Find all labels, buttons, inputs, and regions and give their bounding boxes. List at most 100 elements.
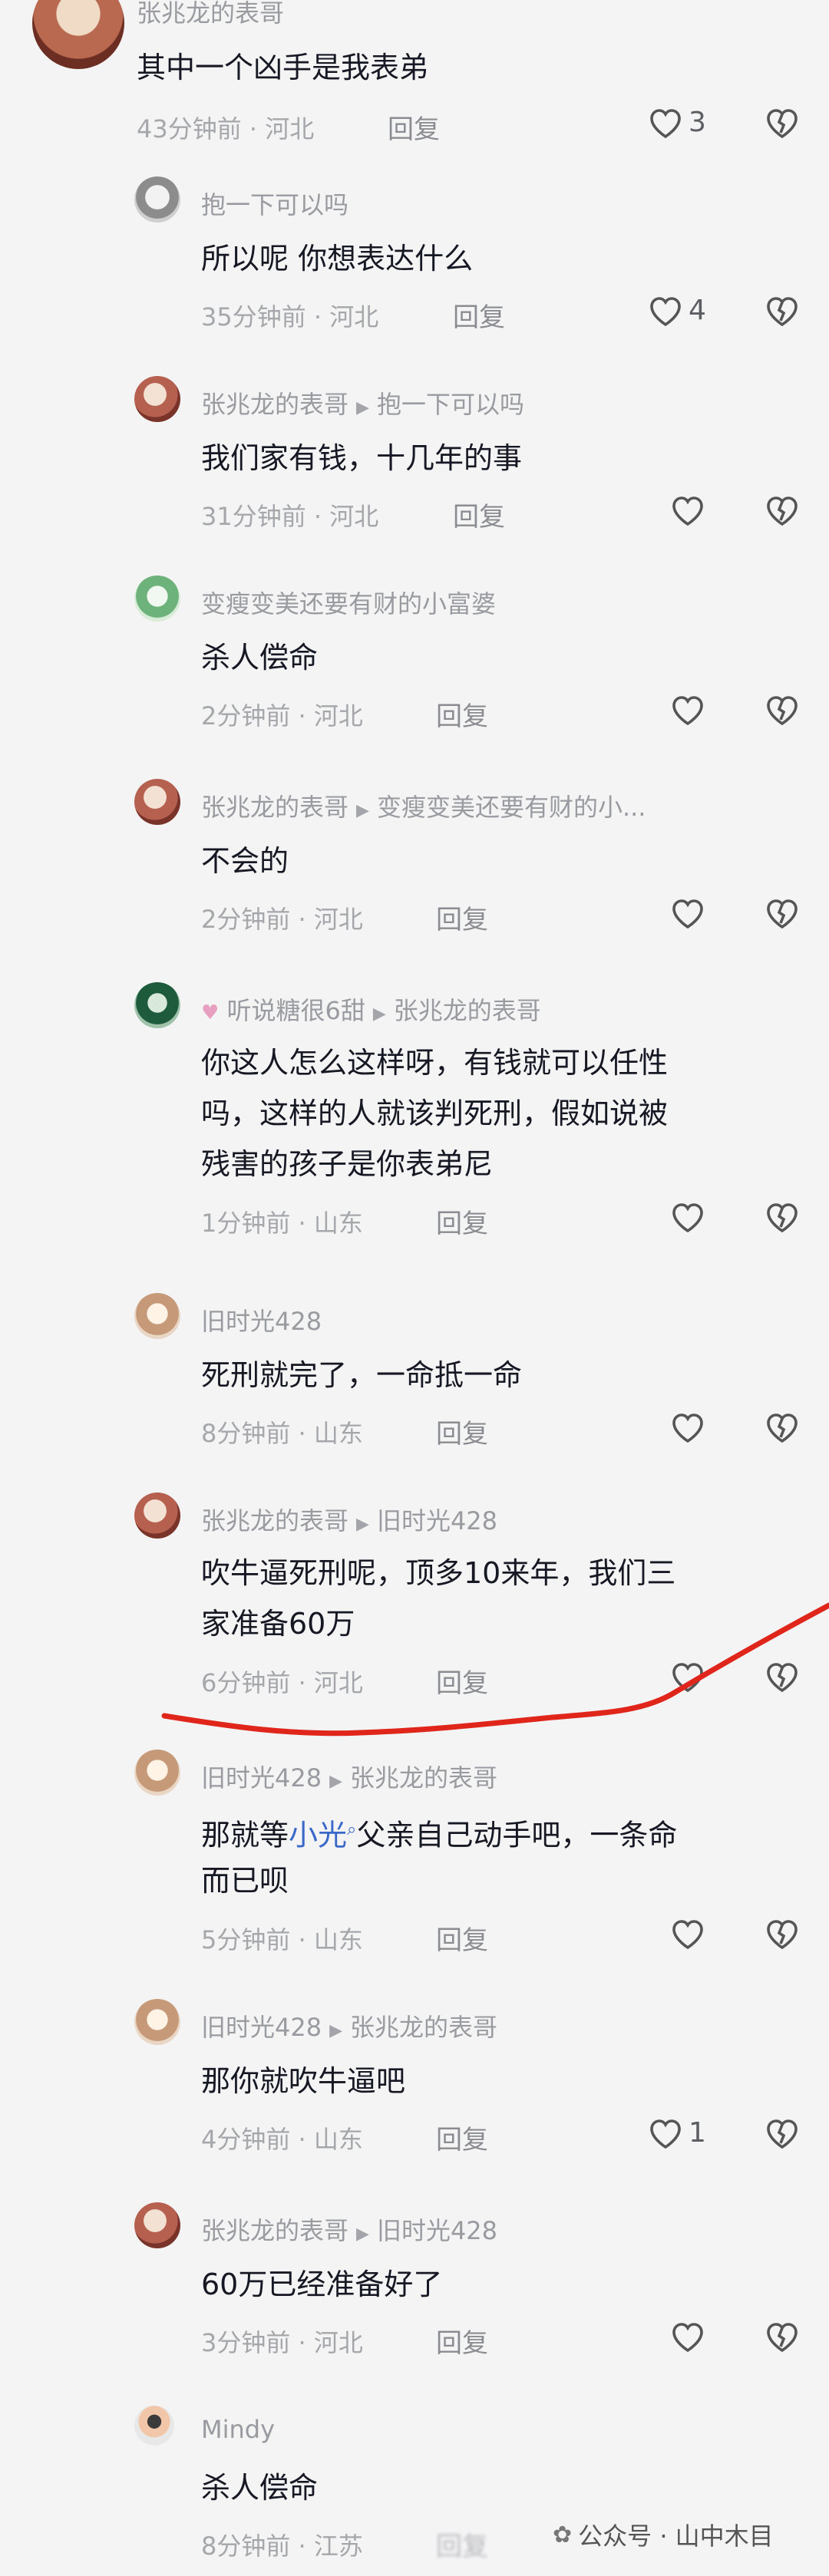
comment-author[interactable]: 旧时光428	[201, 2013, 322, 2042]
avatar[interactable]	[134, 576, 180, 622]
heart-icon	[672, 2323, 703, 2353]
comment-author[interactable]: 张兆龙的表哥	[201, 793, 348, 822]
broken-heart-icon[interactable]	[764, 493, 801, 526]
avatar[interactable]	[134, 2406, 174, 2446]
comment-meta: 1分钟前 · 山东	[201, 1209, 363, 1238]
reply-button[interactable]: 回复	[436, 899, 488, 936]
reply-button[interactable]: 回复	[436, 1919, 488, 1957]
like-button[interactable]	[669, 895, 706, 929]
reply-button[interactable]: 回复	[436, 1202, 488, 1240]
reply-button[interactable]: 回复	[453, 496, 505, 533]
like-button[interactable]: 3	[647, 105, 706, 139]
like-button[interactable]	[669, 2319, 706, 2353]
like-button[interactable]: 1	[647, 2116, 706, 2149]
comment-author[interactable]: 张兆龙的表哥	[201, 1506, 348, 1535]
search-link[interactable]: 小光	[289, 1819, 347, 1852]
comment-text-line: 残害的孩子是你表弟尼	[201, 1147, 494, 1181]
comment-username: ♥ 听说糖很6甜 ▶ 张兆龙的表哥	[201, 991, 541, 1027]
heart-icon	[650, 109, 681, 139]
broken-heart-icon[interactable]	[764, 895, 801, 929]
comment-username: 旧时光428 ▶ 张兆龙的表哥	[201, 2008, 497, 2043]
avatar[interactable]	[134, 779, 180, 825]
comment-username: 张兆龙的表哥 ▶ 旧时光428	[201, 1502, 497, 1537]
wechat-icon: ✿	[553, 2521, 573, 2548]
avatar[interactable]	[134, 1492, 180, 1539]
reply-target[interactable]: 张兆龙的表哥	[350, 2013, 497, 2042]
comment-time: 4分钟前	[201, 2125, 291, 2154]
reply-target[interactable]: 张兆龙的表哥	[394, 996, 541, 1025]
avatar[interactable]	[134, 982, 180, 1028]
reply-button[interactable]: 回复	[388, 108, 440, 146]
reply-target[interactable]: 变瘦变美还要有财的小...	[377, 793, 646, 822]
reply-target[interactable]: 旧时光428	[377, 1506, 497, 1535]
broken-heart-icon[interactable]	[764, 1659, 801, 1693]
search-icon[interactable]: ⌕	[347, 1820, 356, 1839]
avatar[interactable]	[134, 1750, 180, 1796]
comment-meta: 8分钟前 · 江苏	[201, 2531, 363, 2561]
comment-meta: 35分钟前 · 河北	[201, 302, 379, 331]
comment-username[interactable]: 抱一下可以吗	[201, 186, 348, 221]
reply-button[interactable]: 回复	[436, 695, 488, 733]
comment-meta: 2分钟前 · 河北	[201, 905, 363, 934]
reply-target[interactable]: 抱一下可以吗	[377, 390, 524, 419]
comment-username[interactable]: 变瘦变美还要有财的小富婆	[201, 585, 496, 620]
reply-target[interactable]: 张兆龙的表哥	[350, 1763, 497, 1793]
comment-username: 张兆龙的表哥 ▶ 旧时光428	[201, 2212, 497, 2247]
broken-heart-icon[interactable]	[764, 2116, 801, 2149]
avatar[interactable]	[134, 376, 180, 422]
comment-username[interactable]: 旧时光428	[201, 1302, 322, 1337]
comment-author[interactable]: 旧时光428	[201, 1763, 322, 1793]
comment-location: 山东	[313, 2125, 363, 2154]
comment-item: 旧时光428 ▶ 张兆龙的表哥 那你就吹牛逼吧 4分钟前 · 山东 回复 1	[0, 1995, 829, 2172]
like-button[interactable]	[669, 493, 706, 526]
like-button[interactable]: 4	[647, 293, 706, 327]
sparkle-heart-icon: ♥	[201, 1001, 220, 1024]
comment-author[interactable]: 听说糖很6甜	[226, 996, 365, 1025]
broken-heart-icon[interactable]	[764, 105, 801, 139]
comment-item: 张兆龙的表哥 ▶ 旧时光428 60万已经准备好了 3分钟前 · 河北 回复	[0, 2198, 829, 2375]
comment-item: 抱一下可以吗 所以呢 你想表达什么 35分钟前 · 河北 回复 4	[0, 173, 829, 349]
broken-heart-icon[interactable]	[764, 2319, 801, 2353]
comment-item: 张兆龙的表哥 ▶ 变瘦变美还要有财的小... 不会的 2分钟前 · 河北 回复	[0, 775, 829, 952]
comment-location: 河北	[313, 2328, 363, 2357]
comment-location: 山东	[313, 1419, 363, 1448]
avatar[interactable]	[32, 0, 124, 69]
comment-username[interactable]: Mindy	[201, 2415, 275, 2444]
comment-username[interactable]: 张兆龙的表哥	[137, 0, 284, 29]
comment-text-segment: 父亲自己动手吧，一条命	[356, 1818, 678, 1852]
broken-heart-icon[interactable]	[764, 692, 801, 726]
broken-heart-icon[interactable]	[764, 293, 801, 327]
comment-meta: 31分钟前 · 河北	[201, 502, 379, 531]
comment-item: ♥ 听说糖很6甜 ▶ 张兆龙的表哥 你这人怎么这样呀，有钱就可以任性 吗，这样的人就…	[0, 978, 829, 1255]
comment-location: 河北	[313, 905, 363, 934]
like-button[interactable]	[669, 1916, 706, 1950]
reply-button[interactable]: 回复	[453, 296, 505, 334]
avatar[interactable]	[134, 1999, 180, 2045]
reply-button[interactable]: 回复	[436, 2322, 488, 2360]
reply-button[interactable]: 回复	[436, 1662, 488, 1700]
reply-button[interactable]: 回复	[436, 2525, 488, 2563]
like-button[interactable]	[669, 1199, 706, 1233]
broken-heart-icon[interactable]	[764, 1410, 801, 1443]
comment-location: 河北	[329, 502, 379, 531]
broken-heart-icon[interactable]	[764, 1199, 801, 1233]
like-button[interactable]	[669, 692, 706, 726]
comment-item: 旧时光428 ▶ 张兆龙的表哥 那就等小光⌕父亲自己动手吧，一条命 而已呗 5分钟前…	[0, 1746, 829, 1976]
avatar[interactable]	[134, 1293, 180, 1339]
comment-text-line: 那就等小光⌕父亲自己动手吧，一条命	[201, 1807, 677, 1859]
reply-button[interactable]: 回复	[436, 2119, 488, 2156]
comment-author[interactable]: 张兆龙的表哥	[201, 390, 348, 419]
reply-button[interactable]: 回复	[436, 1413, 488, 1450]
reply-target[interactable]: 旧时光428	[377, 2216, 497, 2245]
like-button[interactable]	[669, 1410, 706, 1443]
like-count: 4	[689, 294, 706, 326]
avatar[interactable]	[134, 2202, 180, 2248]
comment-item: 张兆龙的表哥 其中一个凶手是我表弟 43分钟前 · 河北 回复 3	[0, 0, 829, 153]
comment-text-line: 你这人怎么这样呀，有钱就可以任性	[201, 1046, 669, 1080]
avatar[interactable]	[134, 176, 180, 223]
comment-meta: 4分钟前 · 山东	[201, 2125, 363, 2154]
like-button[interactable]	[669, 1659, 706, 1693]
comment-location: 山东	[313, 1209, 363, 1238]
comment-author[interactable]: 张兆龙的表哥	[201, 2216, 348, 2245]
broken-heart-icon[interactable]	[764, 1916, 801, 1950]
